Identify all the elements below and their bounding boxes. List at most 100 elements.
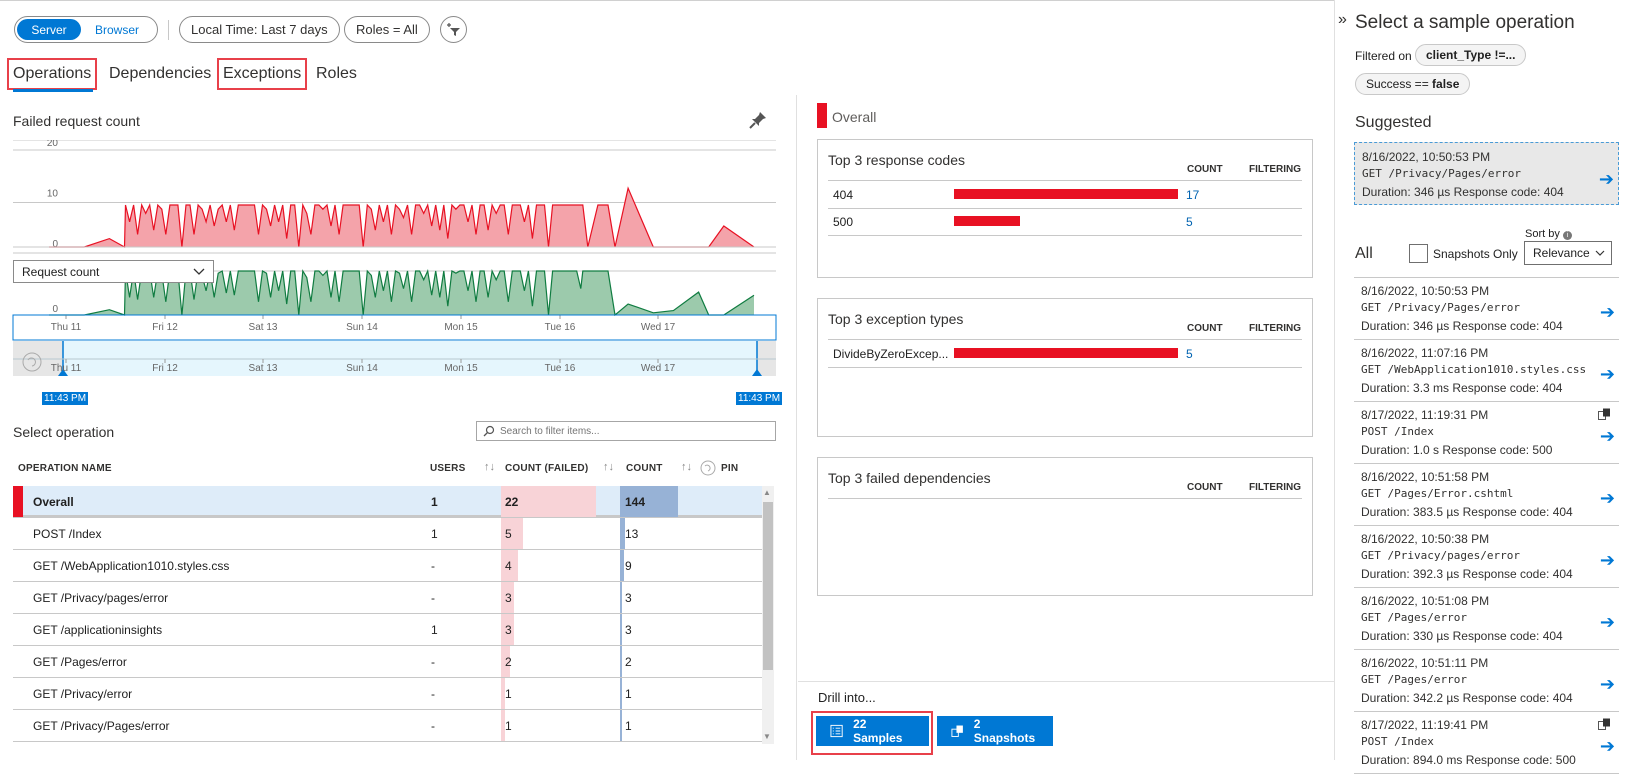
samples-button[interactable]: 22 Samples [816,716,929,746]
card-row[interactable]: 500 5 [828,208,1302,235]
table-row[interactable]: GET /Privacy/Pages/error - 1 1 [13,710,763,742]
table-row[interactable]: GET /applicationinsights 1 3 3 [13,614,763,646]
count-value: 1 [625,718,632,733]
tab-operations[interactable]: Operations [6,58,98,90]
col-operation-name[interactable]: OPERATION NAME [18,463,112,474]
operation-search-input[interactable] [500,425,760,437]
sort-count-failed-icon[interactable]: ↑↓ [603,461,614,473]
operation-name: Overall [33,494,74,509]
server-option[interactable]: Server [17,19,81,40]
sample-item[interactable]: 8/16/2022, 10:50:38 PM GET /Privacy/page… [1354,526,1619,587]
col-count-failed[interactable]: COUNT (FAILED) [505,463,588,474]
sort-by-value: Relevance [1533,246,1590,260]
count-bar [954,216,1020,226]
table-row[interactable]: POST /Index 1 5 13 [13,518,763,550]
tab-exceptions[interactable]: Exceptions [216,58,308,90]
sample-details: Duration: 392.3 µs Response code: 404 [1361,567,1573,581]
table-row[interactable]: GET /Pages/error - 2 2 [13,646,763,678]
suggested-sample-time: 8/16/2022, 10:50:53 PM [1362,150,1491,164]
snapshot-icon[interactable] [1598,718,1611,730]
pin-icon[interactable] [748,110,768,130]
sample-item[interactable]: 8/16/2022, 11:07:16 PM GET /WebApplicati… [1354,340,1619,401]
card-row[interactable]: DivideByZeroExcep... 5 [828,340,1302,367]
col-count[interactable]: COUNT [626,463,663,474]
arrow-right-icon[interactable]: ➔ [1600,550,1615,571]
sample-details: Duration: 330 µs Response code: 404 [1361,629,1563,643]
sort-by-select[interactable]: Relevance [1524,241,1612,265]
count-bar [620,550,624,581]
users-value: - [431,718,435,733]
info-icon[interactable]: i [1562,231,1572,240]
count-failed-value: 1 [505,718,512,733]
sort-by-text: Sort by [1525,228,1560,240]
filter-chip-client-type[interactable]: client_Type !=... [1415,44,1527,66]
tab-roles[interactable]: Roles [312,60,361,88]
arrow-right-icon[interactable]: ➔ [1600,364,1615,385]
arrow-right-icon[interactable]: ➔ [1600,674,1615,695]
arrow-right-icon[interactable]: ➔ [1600,612,1615,633]
scroll-up-icon[interactable]: ▲ [763,488,771,497]
sample-item[interactable]: 8/17/2022, 11:19:31 PM POST /Index Durat… [1354,402,1619,463]
secondary-metric-value: Request count [22,264,100,279]
row-count-link[interactable]: 17 [1186,188,1199,202]
table-row[interactable]: GET /Privacy/error - 1 1 [13,678,763,710]
sample-time: 8/16/2022, 10:50:38 PM [1361,532,1490,546]
table-row[interactable]: GET /Privacy/pages/error - 3 3 [13,582,763,614]
scroll-down-icon[interactable]: ▼ [763,732,771,741]
row-count-link[interactable]: 5 [1186,347,1193,361]
snapshots-only-checkbox[interactable] [1409,244,1428,263]
table-scrollbar-thumb[interactable] [763,502,773,670]
col-users[interactable]: USERS [430,463,465,474]
operation-name: GET /WebApplication1010.styles.css [33,558,230,573]
time-range-filter[interactable]: Local Time: Last 7 days [179,16,340,43]
snapshot-icon[interactable] [1598,408,1611,420]
sort-users-icon[interactable]: ↑↓ [484,461,495,473]
search-icon [483,425,495,437]
suggested-sample[interactable]: 8/16/2022, 10:50:53 PM GET /Privacy/Page… [1354,142,1619,205]
card-title: Top 3 exception types [828,311,964,327]
card-row[interactable]: 404 17 [828,181,1302,208]
operation-name: GET /applicationinsights [33,622,163,637]
arrow-right-icon[interactable]: ➔ [1600,302,1615,323]
sample-operation: GET /Privacy/pages/error [1361,549,1520,562]
count-value: 144 [625,494,646,509]
sort-count-icon[interactable]: ↑↓ [681,461,692,473]
collapse-panel-icon[interactable]: » [1338,11,1347,29]
sample-item[interactable]: 8/17/2022, 11:19:41 PM POST /Index Durat… [1354,712,1619,773]
server-browser-toggle[interactable]: Server Browser [14,16,158,43]
roles-filter[interactable]: Roles = All [344,16,430,43]
select-operation-title: Select operation [13,424,115,440]
pin-reset-icon[interactable] [700,460,716,476]
arrow-right-icon[interactable]: ➔ [1600,426,1615,447]
arrow-right-icon[interactable]: ➔ [1600,736,1615,757]
suggested-sample-operation: GET /Privacy/Pages/error [1362,167,1521,180]
sample-item[interactable]: 8/16/2022, 10:51:58 PM GET /Pages/Error.… [1354,464,1619,525]
count-bar [954,348,1178,358]
table-row[interactable]: GET /WebApplication1010.styles.css - 4 9 [13,550,763,582]
snapshots-button[interactable]: 2 Snapshots [937,716,1053,746]
count-failed-value: 1 [505,686,512,701]
sample-item[interactable]: 8/16/2022, 10:51:11 PM GET /Pages/error … [1354,650,1619,711]
sample-item[interactable]: 8/16/2022, 10:51:08 PM GET /Pages/error … [1354,588,1619,649]
users-value: - [431,590,435,605]
table-row-overall[interactable]: Overall 1 22 144 [13,486,763,518]
secondary-metric-dropdown[interactable]: Request count [13,260,214,283]
filter-chip-success[interactable]: Success == false [1355,73,1471,95]
count-failed-value: 2 [505,654,512,669]
row-count-link[interactable]: 5 [1186,215,1193,229]
overview-tick-label: Tue 16 [545,363,576,374]
operation-search-box[interactable] [476,421,776,441]
x-tick-label: Thu 11 [51,322,82,333]
card-divider [828,498,1302,499]
browser-option[interactable]: Browser [81,19,153,40]
filter-chip-success-key: Success == [1366,77,1429,91]
arrow-right-icon[interactable]: ➔ [1600,488,1615,509]
sample-item[interactable]: 8/16/2022, 10:50:53 PM GET /Privacy/Page… [1354,278,1619,339]
sample-operation: POST /Index [1361,735,1434,748]
arrow-right-icon[interactable]: ➔ [1599,169,1614,190]
tab-dependencies[interactable]: Dependencies [105,60,215,88]
brush-end-time: 11:43 PM [736,392,783,405]
sample-time: 8/16/2022, 11:07:16 PM [1361,346,1489,360]
sample-details: Duration: 342.2 µs Response code: 404 [1361,691,1573,705]
add-filter-button[interactable] [440,16,467,43]
